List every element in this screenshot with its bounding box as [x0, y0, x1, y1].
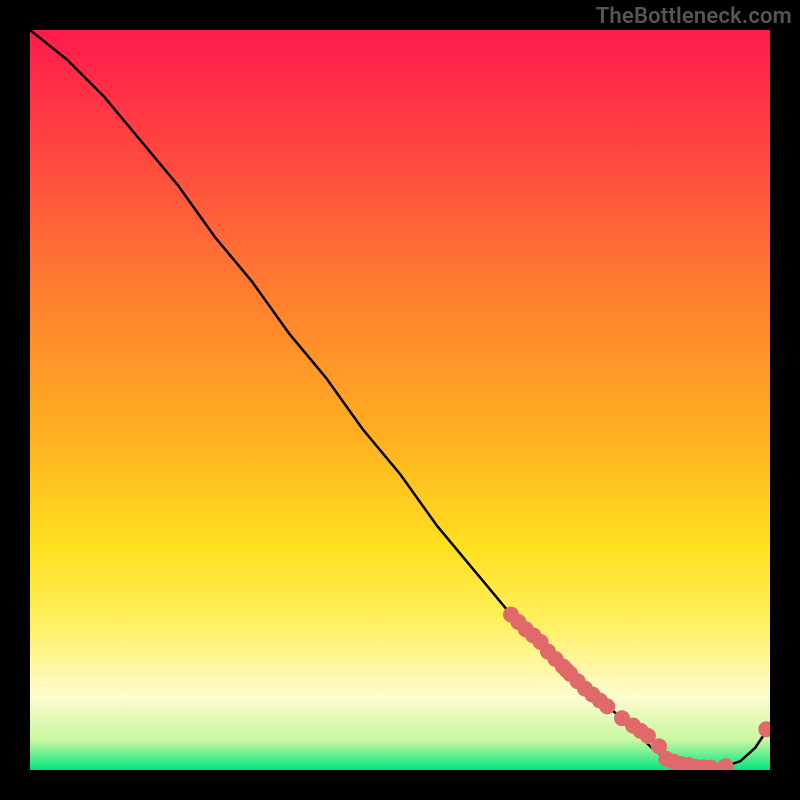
- curve-marker: [599, 698, 615, 714]
- chart-svg: [30, 30, 770, 770]
- curve-path: [30, 30, 770, 768]
- plot-area: [30, 30, 770, 770]
- bottleneck-curve-line: [30, 30, 770, 768]
- curve-marker: [718, 758, 734, 770]
- curve-marker: [758, 721, 770, 737]
- watermark-label: TheBottleneck.com: [596, 4, 792, 29]
- chart-frame: TheBottleneck.com: [0, 0, 800, 800]
- highlighted-points-group: [503, 607, 770, 770]
